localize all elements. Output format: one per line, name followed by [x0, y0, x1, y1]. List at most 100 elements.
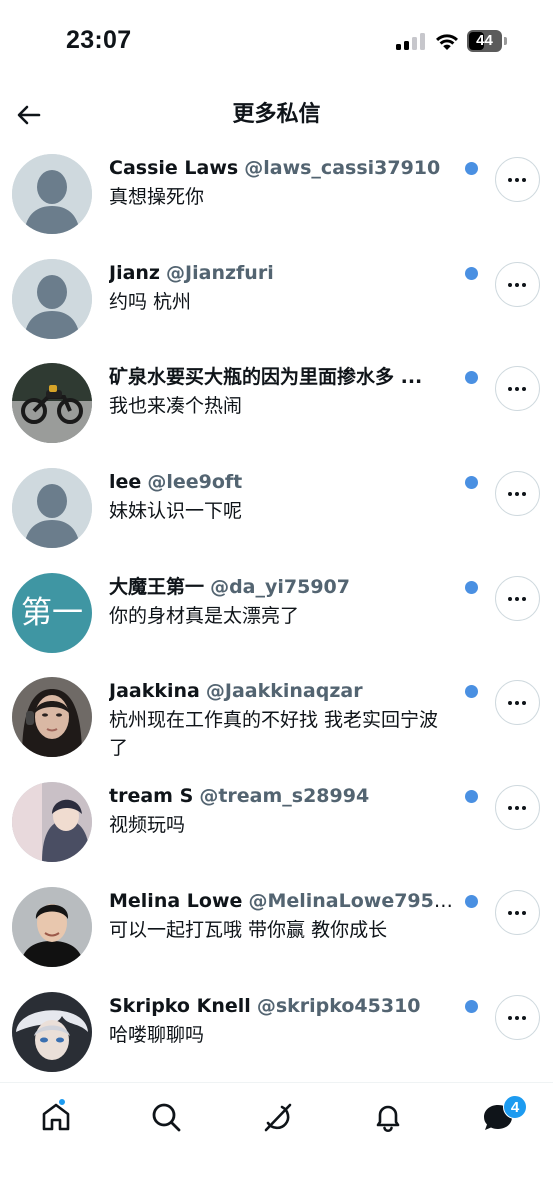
man-portrait-photo-avatar[interactable] — [12, 886, 92, 967]
more-options-button[interactable] — [495, 157, 540, 202]
conversation-item[interactable]: tream S @tream_s28994 视频玩吗 — [0, 774, 553, 879]
display-name: 矿泉水要买大瓶的因为里面掺水多 ... — [109, 366, 423, 389]
message-preview: 可以一起打瓦哦 带你赢 教你成长 — [109, 918, 388, 941]
name-line: Jaakkina @Jaakkinaqzar — [109, 677, 455, 705]
user-handle: @tream_s28994 — [199, 785, 370, 808]
conversation-item[interactable]: 第一 大魔王第一 @da_yi75907 你的身材真是太漂亮了 — [0, 565, 553, 670]
conversation-text: lee @lee9oft 妹妹认识一下呢 — [109, 468, 455, 525]
display-name: lee — [109, 471, 142, 494]
cellular-signal-icon — [396, 33, 426, 50]
wifi-icon — [434, 31, 460, 51]
more-options-button[interactable] — [495, 994, 540, 1040]
unread-dot-icon — [465, 371, 478, 385]
conversation-text: tream S @tream_s28994 视频玩吗 — [109, 782, 455, 839]
conversation-item[interactable]: Melina Lowe @MelinaLowe79524 可以一起打瓦哦 带你赢… — [0, 879, 553, 984]
bottom-nav: 4 — [0, 1082, 553, 1200]
back-button[interactable] — [12, 98, 46, 132]
more-options-button[interactable] — [495, 471, 540, 517]
nav-grok[interactable] — [257, 1097, 297, 1137]
avatar-text: 第一 — [12, 572, 92, 653]
display-name: Cassie Laws — [109, 157, 239, 179]
conversation-text: Jianz @Jianzfuri 约吗 杭州 — [109, 259, 455, 316]
conversation-text: Skripko Knell @skripko45310 哈喽聊聊吗 — [109, 992, 455, 1049]
nav-notifications[interactable] — [368, 1097, 408, 1137]
bell-icon — [376, 1105, 400, 1132]
name-line: 大魔王第一 @da_yi75907 — [109, 573, 455, 601]
messages-badge: 4 — [503, 1095, 527, 1119]
status-bar: 23:07 44 — [0, 0, 553, 84]
arrow-left-icon — [17, 105, 41, 125]
message-preview: 真想操死你 — [109, 186, 205, 208]
conversation-text: 大魔王第一 @da_yi75907 你的身材真是太漂亮了 — [109, 573, 455, 630]
name-line: Skripko Knell @skripko45310 — [109, 992, 455, 1020]
unread-dot-icon — [465, 266, 478, 280]
display-name: Jianz — [109, 261, 160, 284]
display-name: Jaakkina — [109, 680, 200, 703]
user-handle: @skripko45310 — [256, 994, 421, 1017]
default-avatar[interactable] — [12, 258, 92, 339]
more-options-button[interactable] — [495, 680, 540, 726]
name-line: lee @lee9oft — [109, 468, 455, 496]
more-options-button[interactable] — [495, 889, 540, 935]
default-avatar[interactable] — [12, 468, 92, 549]
anime-boy-photo-avatar[interactable] — [12, 782, 92, 863]
conversation-item[interactable]: 矿泉水要买大瓶的因为里面掺水多 ... 我也来凑个热闹 — [0, 355, 553, 460]
message-preview: 你的身材真是太漂亮了 — [109, 604, 300, 627]
anime-silver-hair-photo-avatar[interactable] — [12, 991, 92, 1072]
more-options-button[interactable] — [495, 261, 540, 307]
conversation-text: Melina Lowe @MelinaLowe79524 可以一起打瓦哦 带你赢… — [109, 887, 455, 944]
conversation-text: Jaakkina @Jaakkinaqzar 杭州现在工作真的不好找 我老实回宁… — [109, 677, 455, 762]
conversation-item[interactable]: Skripko Knell @skripko45310 哈喽聊聊吗 — [0, 984, 553, 1089]
status-time: 23:07 — [66, 26, 132, 54]
conversation-item[interactable]: Jaakkina @Jaakkinaqzar 杭州现在工作真的不好找 我老实回宁… — [0, 669, 553, 774]
user-handle: @Jaakkinaqzar — [205, 680, 363, 703]
conversation-item[interactable]: Jianz @Jianzfuri 约吗 杭州 — [0, 251, 553, 356]
unread-dot-icon — [465, 685, 478, 699]
display-name: Skripko Knell — [109, 994, 251, 1017]
message-preview: 我也来凑个热闹 — [109, 395, 243, 418]
conversation-item[interactable]: Cassie Laws @laws_cassi37910 真想操死你 — [0, 146, 553, 251]
search-icon — [152, 1103, 181, 1132]
message-preview: 视频玩吗 — [109, 814, 186, 837]
unread-dot-icon — [465, 790, 478, 804]
default-avatar[interactable] — [12, 154, 92, 234]
message-preview: 妹妹认识一下呢 — [109, 500, 243, 523]
more-options-button[interactable] — [495, 785, 540, 831]
name-line: Melina Lowe @MelinaLowe79524 — [109, 887, 455, 915]
unread-dot-icon — [465, 580, 478, 594]
battery-level: 44 — [476, 32, 493, 49]
user-handle: @laws_cassi37910 — [244, 157, 441, 179]
conversation-list: Cassie Laws @laws_cassi37910 真想操死你 Jianz… — [0, 146, 553, 1088]
home-icon — [42, 1103, 70, 1131]
name-line: tream S @tream_s28994 — [109, 782, 455, 810]
more-options-button[interactable] — [495, 575, 540, 621]
display-name: Melina Lowe — [109, 889, 243, 912]
display-name: 大魔王第一 — [109, 575, 205, 598]
unread-dot-icon — [465, 894, 478, 908]
page-header: 更多私信 — [0, 84, 553, 146]
display-name: tream S — [109, 785, 194, 808]
battery-icon: 44 — [467, 30, 507, 52]
conversation-text: Cassie Laws @laws_cassi37910 真想操死你 — [109, 154, 455, 211]
name-line: Cassie Laws @laws_cassi37910 — [109, 154, 455, 182]
message-preview: 哈喽聊聊吗 — [109, 1023, 205, 1046]
user-handle: @Jianzfuri — [166, 261, 274, 284]
user-handle: @lee9oft — [147, 471, 243, 494]
user-handle: @MelinaLowe79524 — [248, 889, 455, 912]
nav-home[interactable] — [36, 1097, 76, 1137]
message-preview: 约吗 杭州 — [109, 290, 192, 313]
page-title: 更多私信 — [232, 102, 321, 127]
home-notification-dot — [58, 1098, 66, 1106]
more-options-button[interactable] — [495, 366, 540, 412]
text-avatar[interactable]: 第一 — [12, 572, 92, 653]
motorcycle-photo-avatar[interactable] — [12, 363, 92, 444]
grok-icon — [264, 1103, 292, 1132]
unread-dot-icon — [465, 162, 478, 175]
conversation-item[interactable]: lee @lee9oft 妹妹认识一下呢 — [0, 460, 553, 565]
woman-portrait-photo-avatar[interactable] — [12, 677, 92, 758]
unread-dot-icon — [465, 476, 478, 490]
nav-search[interactable] — [146, 1097, 186, 1137]
user-handle: @da_yi75907 — [210, 575, 350, 598]
unread-dot-icon — [465, 999, 478, 1013]
conversation-text: 矿泉水要买大瓶的因为里面掺水多 ... 我也来凑个热闹 — [109, 363, 455, 420]
